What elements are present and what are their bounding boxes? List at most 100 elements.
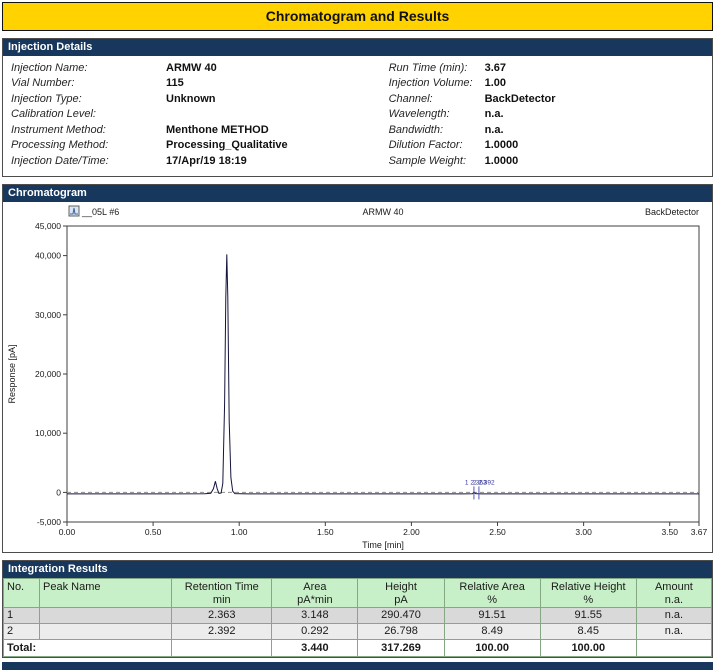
column-header: Relative Area% [443, 577, 541, 608]
chromatogram-header: Chromatogram [3, 184, 712, 202]
detail-row: Injection Name: ARMW 40 [6, 60, 389, 76]
detail-label: Run Time (min): [388, 61, 468, 74]
x-tick-label: 3.67 [691, 527, 708, 537]
result-cell-retention_time: 2.363 [171, 606, 273, 624]
y-axis-label: Response [pA] [7, 344, 17, 403]
total-retention-time [171, 638, 273, 657]
detail-row: Bandwidth: n.a. [389, 122, 708, 138]
total-amount [635, 638, 713, 657]
column-unit: pA [394, 593, 408, 606]
detail-label: Vial Number: [11, 77, 75, 90]
integration-results-table: No. Peak Name Retention Time min Area pA*min H… [2, 577, 713, 657]
column-unit: % [583, 593, 594, 606]
y-tick-label: 0 [56, 487, 61, 497]
column-unit: pA*min [297, 593, 333, 606]
x-tick-label: 2.00 [403, 527, 420, 537]
column-header: Retention Time min [171, 577, 273, 608]
detail-value: 1.0000 [484, 139, 519, 152]
chromatogram-chart: -5,000 0 10,000 20,000 30,000 40,000 45,000 0.0… [7, 205, 708, 550]
result-cell-relative_area: 91.51 [443, 606, 541, 624]
column-name: Height [385, 580, 417, 593]
column-name: No. [7, 580, 25, 593]
detail-label: Channel: [388, 92, 433, 105]
detail-row: Processing Method: Processing_Qualitative [6, 138, 389, 154]
report-title: Chromatogram and Results [2, 2, 713, 31]
result-cell-area: 0.292 [271, 622, 359, 640]
y-tick-label: 20,000 [35, 369, 61, 379]
column-name: Amount [654, 580, 693, 593]
result-row: 2 2.392 0.292 26.798 8.49 8.45 n.a. [2, 622, 713, 640]
chromatogram-chart-area: -5,000 0 10,000 20,000 30,000 40,000 45,000 0.0… [3, 201, 712, 552]
result-cell-peak_name [39, 606, 173, 624]
detail-value: 17/Apr/19 18:19 [166, 154, 247, 167]
detail-label: Wavelength: [388, 108, 450, 121]
chromatogram-section: Chromatogram -5,000 0 10,000 20,000 30,000 40… [2, 183, 713, 553]
column-name: Retention Time [184, 580, 259, 593]
column-unit: min [212, 593, 231, 606]
injection-details-right-column: Run Time (min): 3.67 Injection Volume: 1.00… [389, 60, 708, 169]
total-label: Total: [2, 638, 173, 657]
column-header: Relative Height% [539, 577, 637, 608]
plot-frame [66, 225, 700, 522]
injection-details-body: Injection Name: ARMW 40 Vial Number: 115 Inj… [3, 56, 712, 176]
y-tick-label: 10,000 [35, 428, 61, 438]
chromatogram-trace [67, 253, 699, 494]
total-relative-height: 100.00 [539, 638, 637, 657]
column-name: Relative Height [550, 580, 626, 593]
results-header-row: No. Peak Name Retention Time min Area pA*min H… [2, 577, 713, 608]
total-height: 317.269 [357, 638, 445, 657]
detail-label: Injection Date/Time: [11, 154, 109, 167]
detail-label: Injection Type: [11, 92, 82, 105]
detail-value: 1.0000 [484, 154, 519, 167]
detail-row: Sample Weight: 1.0000 [389, 153, 708, 169]
detail-label: Sample Weight: [388, 154, 467, 167]
detail-value: Processing_Qualitative [166, 139, 288, 152]
x-axis-label: Time [min] [362, 540, 404, 550]
detail-value: 1.00 [484, 77, 506, 90]
result-cell-no: 1 [2, 606, 41, 624]
column-header: Area pA*min [271, 577, 359, 608]
injection-details-header: Injection Details [3, 39, 712, 56]
detail-label: Instrument Method: [11, 123, 106, 136]
column-unit: n.a. [664, 593, 684, 606]
total-row: Total: 3.440 317.269 100.00 100.00 [2, 638, 713, 657]
y-tick-label: 40,000 [35, 250, 61, 260]
detail-value: Menthone METHOD [166, 123, 269, 136]
result-cell-retention_time: 2.392 [171, 622, 273, 640]
detail-row: Injection Type: Unknown [6, 91, 389, 107]
series-icon [68, 205, 80, 216]
peak-annotation: 2 2.392 [473, 479, 495, 486]
y-tick-label: -5,000 [37, 517, 61, 527]
integration-table-body: 1 2.363 3.148 290.470 91.51 91.55 n.a. 2 2.392 0.… [2, 606, 713, 640]
injection-details-section: Injection Details Injection Name: ARMW 40… [2, 38, 713, 177]
column-name: Peak Name [43, 580, 101, 593]
column-unit: % [487, 593, 498, 606]
column-name: Relative Area [459, 580, 525, 593]
series-label: __05L #6 [81, 207, 119, 217]
result-cell-amount: n.a. [635, 606, 713, 624]
result-cell-no: 2 [2, 622, 41, 640]
detail-row: Run Time (min): 3.67 [389, 60, 708, 76]
detail-row: Calibration Level: [6, 107, 389, 123]
x-tick-label: 3.50 [661, 527, 678, 537]
detail-value: Unknown [166, 92, 216, 105]
chart-sample-title: ARMW 40 [362, 207, 403, 217]
detail-row: Channel: BackDetector [389, 91, 708, 107]
x-tick-label: 3.00 [575, 527, 592, 537]
total-relative-area: 100.00 [443, 638, 541, 657]
result-cell-relative_height: 8.45 [539, 622, 637, 640]
result-cell-height: 26.798 [357, 622, 445, 640]
detail-row: Injection Date/Time: 17/Apr/19 18:19 [6, 153, 389, 169]
y-tick-label: 45,000 [35, 221, 61, 231]
detail-value: BackDetector [484, 92, 556, 105]
integration-results-header: Integration Results [3, 560, 712, 578]
result-row: 1 2.363 3.148 290.470 91.51 91.55 n.a. [2, 606, 713, 624]
detail-label: Processing Method: [11, 139, 109, 152]
result-cell-relative_height: 91.55 [539, 606, 637, 624]
detail-value: ARMW 40 [166, 61, 217, 74]
detail-value: 115 [166, 77, 184, 90]
detail-row: Dilution Factor: 1.0000 [389, 138, 708, 154]
x-tick-label: 2.50 [489, 527, 506, 537]
column-header: Peak Name [39, 577, 173, 608]
detector-label: BackDetector [645, 207, 699, 217]
